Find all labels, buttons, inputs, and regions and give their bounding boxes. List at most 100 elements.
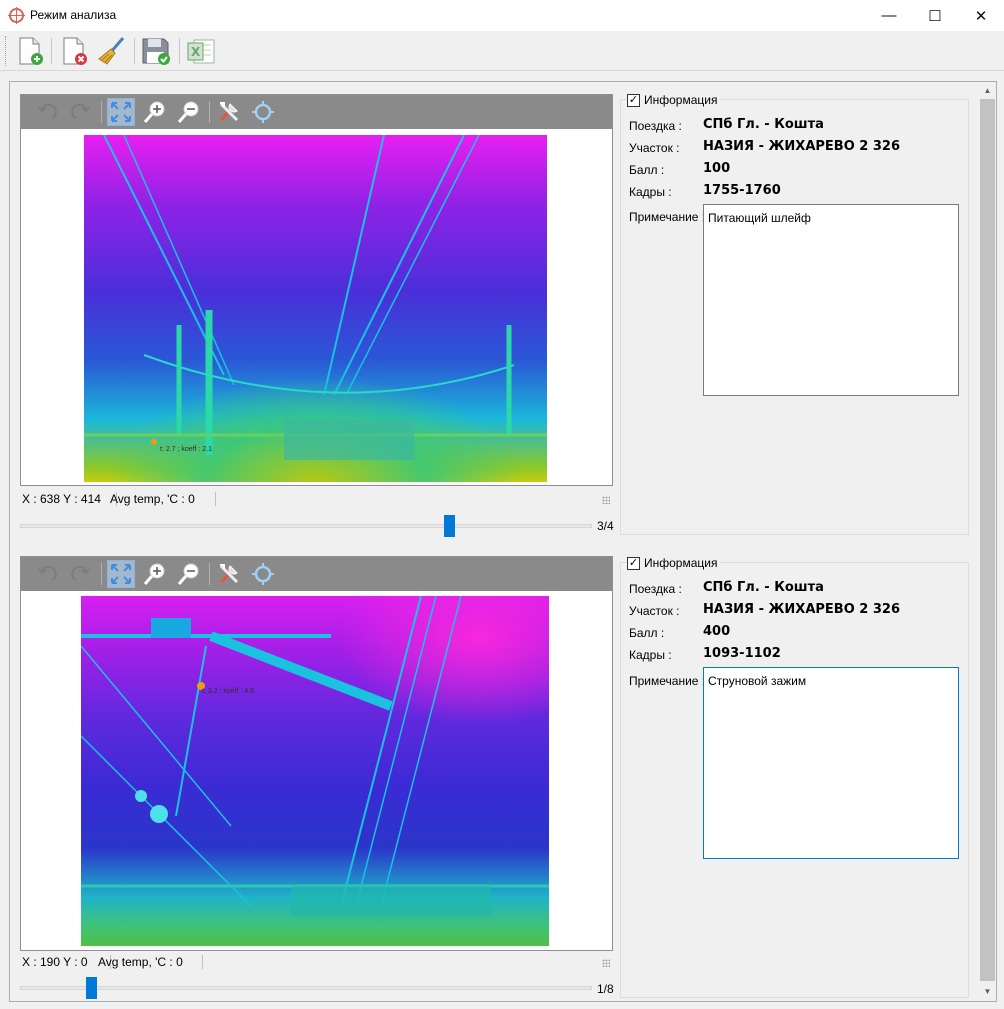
tools-icon xyxy=(219,564,239,584)
redo-button[interactable] xyxy=(67,560,95,588)
thermal-marker-label-2: t: 3.2 ; koeff : 4.5 xyxy=(202,688,255,695)
save-button[interactable] xyxy=(140,35,172,67)
app-crosshair-icon xyxy=(8,7,25,24)
thermal-marker-label-1: t: 2.7 ; koeff : 2.1 xyxy=(160,446,213,453)
undo-button[interactable] xyxy=(33,560,61,588)
toolbar-separator xyxy=(209,101,210,123)
close-button[interactable]: ✕ xyxy=(958,0,1004,31)
trip-value: СПб Гл. - Кошта xyxy=(703,580,824,595)
image-toolbar-2 xyxy=(21,557,612,591)
thermal-overlay-1 xyxy=(84,135,547,460)
target-button[interactable] xyxy=(249,560,277,588)
frame-counter-2: 1/8 xyxy=(597,982,614,996)
zoom-in-icon xyxy=(143,563,165,585)
zoom-in-button[interactable] xyxy=(141,560,169,588)
note-label: Примечание : xyxy=(629,210,706,224)
toolbar-separator xyxy=(51,38,52,64)
frame-slider-1[interactable] xyxy=(20,514,592,538)
scrollbar-thumb[interactable] xyxy=(980,99,995,981)
delete-document-button[interactable] xyxy=(58,35,90,67)
fit-screen-icon xyxy=(111,102,131,122)
scroll-up-arrow-icon[interactable]: ▲ xyxy=(979,82,996,99)
zoom-out-button[interactable] xyxy=(175,560,203,588)
svg-text:X: X xyxy=(191,45,201,59)
slider-track[interactable] xyxy=(20,524,592,528)
zoom-out-icon xyxy=(177,563,199,585)
status-bar-1: X : 638 Y : 414 Avg temp, 'C : 0 xyxy=(20,490,613,508)
info-checkbox[interactable]: ✓ xyxy=(627,93,640,107)
vertical-scrollbar[interactable]: ▲ ▼ xyxy=(979,82,996,1000)
clear-button[interactable] xyxy=(96,35,128,67)
thermal-image-2[interactable]: t: 3.2 ; koeff : 4.5 xyxy=(81,596,549,946)
status-bar-2: X : 190 Y : 0 Avg temp, 'C : 0 xyxy=(20,953,613,971)
tools-button[interactable] xyxy=(215,560,243,588)
section-label: Участок : xyxy=(629,141,680,155)
fit-screen-icon xyxy=(111,564,131,584)
toolbar-separator xyxy=(179,38,180,64)
resize-grip[interactable] xyxy=(602,496,610,504)
target-icon xyxy=(252,101,274,123)
avg-temp-readout: Avg temp, 'C : 0 xyxy=(98,955,183,969)
tools-icon xyxy=(219,102,239,122)
document-delete-icon xyxy=(63,37,87,65)
redo-button[interactable] xyxy=(67,98,95,126)
info-legend-2[interactable]: ✓ Информация xyxy=(627,556,721,570)
slider-thumb[interactable] xyxy=(444,515,455,537)
thermal-image-1[interactable]: t: 2.7 ; koeff : 2.1 xyxy=(84,135,547,482)
scroll-down-arrow-icon[interactable]: ▼ xyxy=(979,983,996,1000)
thermal-overlay-2 xyxy=(81,596,549,916)
score-label: Балл : xyxy=(629,163,665,177)
score-label: Балл : xyxy=(629,626,665,640)
note-textarea[interactable]: Струновой зажим xyxy=(703,667,959,859)
slider-track[interactable] xyxy=(20,986,592,990)
target-button[interactable] xyxy=(249,98,277,126)
score-value: 100 xyxy=(703,161,731,176)
frames-label: Кадры : xyxy=(629,185,672,199)
redo-icon xyxy=(71,103,90,119)
maximize-button[interactable]: ☐ xyxy=(912,0,958,31)
toolbar-separator xyxy=(134,38,135,64)
fit-screen-button[interactable] xyxy=(107,98,135,126)
zoom-in-icon xyxy=(143,101,165,123)
minimize-button[interactable]: — xyxy=(866,0,912,31)
tools-button[interactable] xyxy=(215,98,243,126)
info-legend-1[interactable]: ✓ Информация xyxy=(627,93,721,107)
trip-label: Поездка : xyxy=(629,119,682,133)
cursor-coords: X : 190 Y : 0 xyxy=(22,955,88,969)
info-legend-label: Информация xyxy=(644,93,718,107)
document-add-icon xyxy=(19,37,43,65)
slider-thumb[interactable] xyxy=(86,977,97,999)
resize-grip[interactable] xyxy=(602,959,610,967)
title-bar: Режим анализа — ☐ ✕ xyxy=(0,0,1004,31)
section-label: Участок : xyxy=(629,604,680,618)
toolbar-grip[interactable] xyxy=(5,36,8,66)
target-icon xyxy=(252,563,274,585)
floppy-save-icon xyxy=(142,38,170,65)
undo-button[interactable] xyxy=(33,98,61,126)
status-separator xyxy=(202,955,203,969)
zoom-out-button[interactable] xyxy=(175,98,203,126)
frame-counter-1: 3/4 xyxy=(597,519,614,533)
info-checkbox[interactable]: ✓ xyxy=(627,556,640,570)
window-title: Режим анализа xyxy=(30,8,117,22)
frames-label: Кадры : xyxy=(629,648,672,662)
frames-value: 1093-1102 xyxy=(703,646,781,661)
section-value: НАЗИЯ - ЖИХАРЕВО 2 326 xyxy=(703,602,900,617)
avg-temp-readout: Avg temp, 'C : 0 xyxy=(110,492,195,506)
undo-icon xyxy=(38,103,57,119)
excel-icon: X xyxy=(187,39,215,64)
redo-icon xyxy=(71,565,90,581)
score-value: 400 xyxy=(703,624,731,639)
zoom-in-button[interactable] xyxy=(141,98,169,126)
fit-screen-button[interactable] xyxy=(107,560,135,588)
image-toolbar-1 xyxy=(21,95,612,129)
export-excel-button[interactable]: X xyxy=(185,35,217,67)
main-toolbar: X xyxy=(0,31,1004,71)
zoom-out-icon xyxy=(177,101,199,123)
note-textarea[interactable]: Питающий шлейф xyxy=(703,204,959,396)
toolbar-separator xyxy=(101,101,102,123)
trip-value: СПб Гл. - Кошта xyxy=(703,117,824,132)
frame-slider-2[interactable] xyxy=(20,976,592,1000)
cursor-coords: X : 638 Y : 414 xyxy=(22,492,101,506)
new-document-button[interactable] xyxy=(14,35,46,67)
